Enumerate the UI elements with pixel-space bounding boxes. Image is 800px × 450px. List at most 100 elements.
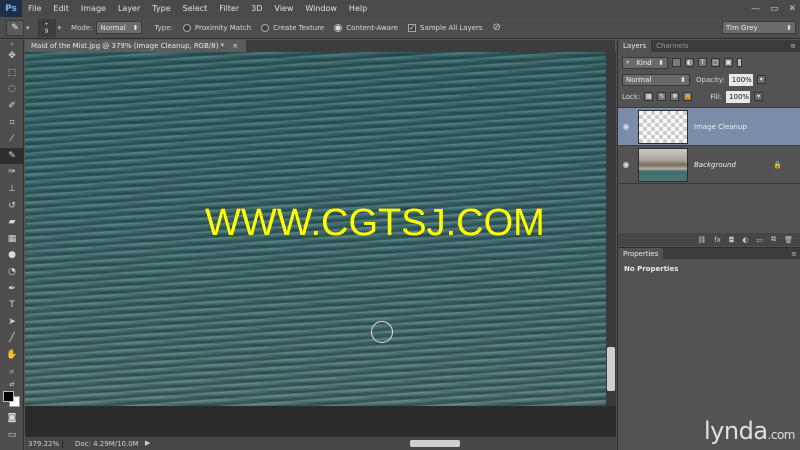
properties-menu-icon[interactable]: ≡ <box>791 248 800 259</box>
menu-type[interactable]: Type <box>146 0 176 17</box>
marquee-tool-icon[interactable]: ⬚ <box>0 65 24 82</box>
new-layer-icon[interactable]: ⧉ <box>771 235 776 244</box>
dodge-tool-icon[interactable]: ◔ <box>0 264 24 281</box>
menu-file[interactable]: File <box>22 0 47 17</box>
status-menu-arrow-icon[interactable]: ▶ <box>145 439 150 447</box>
opacity-field[interactable]: 100% <box>728 73 753 86</box>
crop-tool-icon[interactable]: ⌗ <box>0 114 24 131</box>
brush-dot-icon: • <box>44 20 49 28</box>
filter-pixel-icon[interactable] <box>672 58 681 67</box>
proximity-match-radio[interactable] <box>182 23 191 32</box>
menu-window[interactable]: Window <box>299 0 343 17</box>
brush-picker[interactable]: • 9 <box>37 18 56 37</box>
move-tool-icon[interactable]: ✥ <box>0 48 24 65</box>
menu-3d[interactable]: 3D <box>245 0 268 17</box>
adjustment-layer-icon[interactable]: ◐ <box>742 236 748 244</box>
filter-shape-icon[interactable]: ▢ <box>711 58 720 67</box>
quick-selection-tool-icon[interactable]: ✐ <box>0 98 24 115</box>
workspace-select[interactable]: Tim Grey ⬍ <box>722 21 796 34</box>
add-mask-icon[interactable]: ◘ <box>729 236 735 244</box>
swap-colors-icon[interactable]: ⇄ <box>0 380 24 390</box>
clone-stamp-tool-icon[interactable]: ⊥ <box>0 181 24 198</box>
filter-toggle-icon[interactable] <box>737 58 742 67</box>
tab-properties[interactable]: Properties <box>618 248 664 259</box>
history-brush-tool-icon[interactable]: ↺ <box>0 197 24 214</box>
quick-mask-icon[interactable]: ◙ <box>0 410 24 427</box>
spot-healing-tool-icon[interactable]: ✎ <box>0 147 24 165</box>
collapse-tools-icon[interactable]: » <box>0 40 24 48</box>
fill-chevron-icon[interactable]: ▾ <box>754 92 764 101</box>
status-bar: 379.22% Doc: 4.29M/10.0M ▶ <box>25 437 616 450</box>
tab-close-icon[interactable]: × <box>232 42 238 50</box>
create-texture-radio[interactable] <box>261 23 270 32</box>
filter-kind-value: Kind <box>636 58 652 67</box>
lasso-tool-icon[interactable]: ◌ <box>0 81 24 98</box>
pressure-size-icon[interactable]: ⊘ <box>493 22 501 33</box>
foreground-color-swatch[interactable] <box>3 390 14 402</box>
lock-transparent-icon[interactable]: ▦ <box>644 92 654 101</box>
eyedropper-tool-icon[interactable]: ⁄ <box>0 131 24 148</box>
panel-menu-icon[interactable]: ≡ <box>790 40 800 52</box>
delete-layer-icon[interactable]: 🗑 <box>784 236 793 244</box>
workspace-chevron-icon: ⬍ <box>786 23 792 32</box>
type-tool-icon[interactable]: T <box>0 297 24 314</box>
tool-preset-picker[interactable]: ✎ <box>6 19 24 36</box>
close-button[interactable]: ✕ <box>788 4 796 14</box>
horizontal-scroll-thumb[interactable] <box>410 440 460 447</box>
layer-name: Image Cleanup <box>694 122 747 131</box>
link-layers-icon[interactable]: ⛓ <box>697 236 706 244</box>
blend-mode-value: Normal <box>626 75 652 84</box>
lock-all-icon[interactable]: 🔒 <box>683 92 693 101</box>
line-tool-icon[interactable]: ╱ <box>0 330 24 347</box>
screen-mode-icon[interactable]: ▭ <box>0 426 24 443</box>
opacity-value: 100% <box>731 75 752 84</box>
gradient-tool-icon[interactable]: ▦ <box>0 231 24 248</box>
sample-all-layers-checkbox[interactable]: ✓ <box>408 23 416 32</box>
filter-type-icon[interactable]: T <box>698 58 707 67</box>
maximize-button[interactable]: ▭ <box>770 4 779 14</box>
menu-select[interactable]: Select <box>177 0 214 17</box>
menu-help[interactable]: Help <box>343 0 373 17</box>
hand-tool-icon[interactable]: ✋ <box>0 347 24 364</box>
brush-tool-icon[interactable]: ✑ <box>0 164 24 181</box>
mode-select[interactable]: Normal ⬍ <box>96 21 143 34</box>
color-swatches[interactable] <box>0 390 23 410</box>
lock-position-icon[interactable]: ✥ <box>670 92 680 101</box>
blur-tool-icon[interactable]: ● <box>0 247 24 264</box>
filter-adjustment-icon[interactable]: ◐ <box>685 58 694 67</box>
blend-mode-select[interactable]: Normal ⬍ <box>622 73 690 86</box>
filter-smart-object-icon[interactable]: ▣ <box>724 58 733 67</box>
layer-background[interactable]: ◉ Background 🔒 <box>618 146 800 184</box>
document-tab[interactable]: Maid of the Mist.jpg @ 379% (Image Clean… <box>25 40 247 52</box>
layer-style-icon[interactable]: fx <box>714 236 721 244</box>
minimize-button[interactable]: — <box>751 4 760 14</box>
opacity-chevron-icon[interactable]: ▾ <box>756 75 766 84</box>
vertical-scrollbar[interactable] <box>606 52 616 406</box>
lock-row: Lock: ▦ ✎ ✥ 🔒 Fill: 100% ▾ <box>618 88 800 105</box>
content-aware-radio[interactable] <box>334 23 343 32</box>
vertical-scroll-thumb[interactable] <box>607 347 615 391</box>
lock-image-icon[interactable]: ✎ <box>657 92 667 101</box>
tab-layers[interactable]: Layers <box>618 40 652 52</box>
layer-image-cleanup[interactable]: ◉ Image Cleanup <box>618 108 800 146</box>
lynda-name: lynda <box>704 417 768 445</box>
menu-filter[interactable]: Filter <box>213 0 245 17</box>
brush-chevron-icon[interactable]: ▾ <box>58 24 62 32</box>
zoom-tool-icon[interactable]: ⌕ <box>0 363 24 380</box>
filter-kind-select[interactable]: ⌕ Kind ⬍ <box>622 56 668 69</box>
zoom-level[interactable]: 379.22% <box>25 439 63 448</box>
new-group-icon[interactable]: ▭ <box>756 236 763 244</box>
fill-field[interactable]: 100% <box>726 90 751 103</box>
menu-image[interactable]: Image <box>75 0 112 17</box>
chevron-down-icon[interactable]: ▾ <box>26 24 30 32</box>
tab-channels[interactable]: Channels <box>651 40 693 52</box>
menu-layer[interactable]: Layer <box>112 0 146 17</box>
eraser-tool-icon[interactable]: ▰ <box>0 214 24 231</box>
path-selection-tool-icon[interactable]: ➤ <box>0 314 24 331</box>
menu-view[interactable]: View <box>268 0 299 17</box>
visibility-eye-icon[interactable]: ◉ <box>618 160 634 169</box>
menu-edit[interactable]: Edit <box>47 0 75 17</box>
mode-value: Normal <box>100 23 126 32</box>
visibility-eye-icon[interactable]: ◉ <box>618 122 634 131</box>
pen-tool-icon[interactable]: ✒ <box>0 280 24 297</box>
